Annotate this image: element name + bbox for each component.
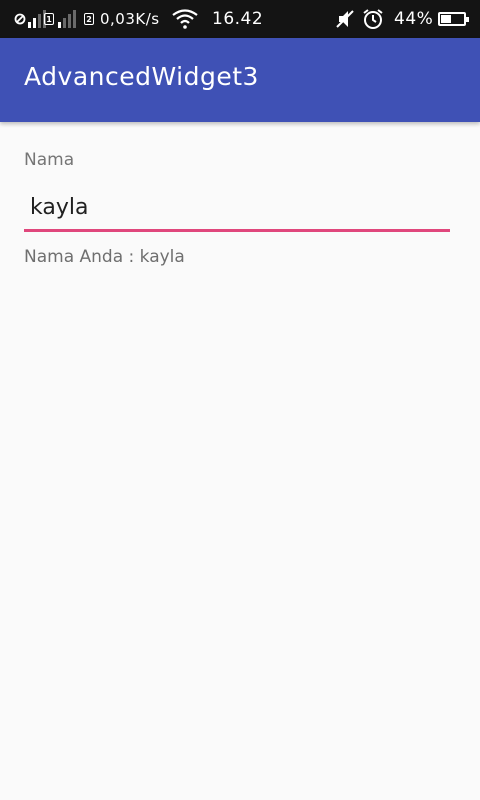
name-result-text: Nama Anda : kayla [24, 247, 185, 267]
app-title: AdvancedWidget3 [24, 62, 259, 91]
alarm-icon [362, 0, 384, 38]
clock: 16.42 [212, 9, 264, 29]
name-field-label: Nama [24, 150, 75, 170]
status-bar: 1 2 0,03K/s 16.42 44% [0, 0, 480, 38]
battery-icon [438, 0, 469, 38]
battery-percent: 44% [394, 9, 434, 29]
mute-icon [334, 0, 356, 38]
net-speed: 0,03K/s [100, 10, 160, 28]
sim1-badge: 1 [44, 0, 54, 38]
name-input[interactable] [24, 190, 450, 232]
wifi-icon [172, 0, 198, 38]
no-sim-icon [14, 0, 26, 38]
signal-icon [58, 0, 76, 38]
app-bar: AdvancedWidget3 [0, 38, 480, 122]
sim2-badge: 2 [84, 0, 94, 38]
